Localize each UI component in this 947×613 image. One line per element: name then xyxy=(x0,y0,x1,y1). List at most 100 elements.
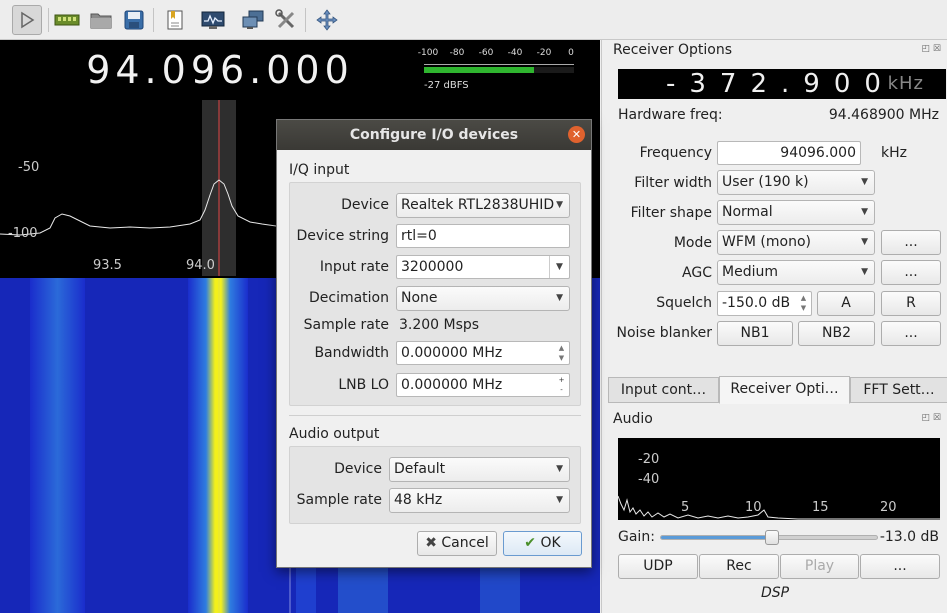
gain-slider-handle[interactable] xyxy=(765,530,780,545)
audio-x-label: 20 xyxy=(880,500,897,515)
float-icon[interactable]: ◰ xyxy=(922,44,931,54)
spin-arrows-icon[interactable]: + - xyxy=(555,375,568,395)
fft-x-label: 94.0 xyxy=(186,258,215,273)
open-button[interactable] xyxy=(86,5,116,35)
gain-label: Gain: xyxy=(618,529,655,545)
remote-control-button[interactable] xyxy=(238,5,268,35)
nb-options-button[interactable]: ... xyxy=(881,321,941,346)
io-devices-icon xyxy=(201,11,225,29)
bookmark-button[interactable] xyxy=(160,5,190,35)
udp-button[interactable]: UDP xyxy=(618,554,698,579)
device-string-input[interactable]: rtl=0 xyxy=(396,224,570,248)
audio-options-button[interactable]: ... xyxy=(860,554,940,579)
offset-unit: kHz xyxy=(887,73,924,94)
agc-label: AGC xyxy=(682,265,712,281)
tools-icon xyxy=(275,9,295,29)
iq-device-select[interactable]: Realtek RTL2838UHID ▼ xyxy=(396,193,570,218)
cancel-button[interactable]: ✖ Cancel xyxy=(417,531,497,556)
smeter-bar-track xyxy=(424,67,574,73)
play-audio-button[interactable]: Play xyxy=(780,554,859,579)
dock-window-buttons[interactable]: ◰ ☒ xyxy=(922,44,941,54)
filter-width-select[interactable]: User (190 k) ▼ xyxy=(717,170,875,195)
audio-sample-rate-select[interactable]: 48 kHz ▼ xyxy=(389,488,570,513)
gain-value: -13.0 dB xyxy=(879,529,939,545)
iq-input-title: I/Q input xyxy=(289,162,350,178)
audio-device-select[interactable]: Default ▼ xyxy=(389,457,570,482)
fft-x-label: 93.5 xyxy=(93,258,122,273)
audio-dock-buttons[interactable]: ◰ ☒ xyxy=(922,413,941,423)
tools-button[interactable] xyxy=(271,5,301,35)
frequency-unit: kHz xyxy=(881,145,907,161)
nb1-button[interactable]: NB1 xyxy=(717,321,793,346)
tab-fft-settings[interactable]: FFT Sett… xyxy=(850,377,947,403)
play-button[interactable] xyxy=(12,5,42,35)
sample-rate-label: Sample rate xyxy=(303,317,389,333)
chevron-down-icon[interactable]: ▼ xyxy=(549,256,569,278)
spin-arrows-icon[interactable]: ▲ ▼ xyxy=(797,293,810,313)
filter-width-label: Filter width xyxy=(634,175,712,191)
nb2-button[interactable]: NB2 xyxy=(798,321,875,346)
smeter-readout: -27 dBFS xyxy=(424,80,469,91)
bandwidth-value: 0.000000 MHz xyxy=(401,345,503,361)
frequency-readout[interactable]: 94.096.000 xyxy=(0,48,440,92)
spin-arrows-icon[interactable]: ▲ ▼ xyxy=(555,343,568,363)
hardware-button[interactable] xyxy=(52,5,82,35)
squelch-auto-button[interactable]: A xyxy=(817,291,875,316)
filter-shape-select[interactable]: Normal ▼ xyxy=(717,200,875,225)
audio-y-label: -20 xyxy=(638,452,660,467)
noise-blanker-label: Noise blanker xyxy=(616,325,713,341)
fft-y-label: -50 xyxy=(18,160,40,175)
dialog-title-bar[interactable]: Configure I/O devices ✕ xyxy=(277,120,591,150)
rec-button[interactable]: Rec xyxy=(699,554,779,579)
cancel-label: Cancel xyxy=(441,535,489,551)
audio-sample-rate-label: Sample rate xyxy=(296,492,382,508)
input-rate-input[interactable]: 3200000 ▼ xyxy=(396,255,570,279)
smeter-tick: -80 xyxy=(449,48,465,58)
main-toolbar xyxy=(0,0,947,40)
squelch-label: Squelch xyxy=(656,295,712,311)
input-rate-value: 3200000 xyxy=(401,259,464,275)
frequency-input[interactable]: 94096.000 xyxy=(717,141,861,165)
close-icon[interactable]: ☒ xyxy=(933,413,941,423)
play-icon xyxy=(21,11,35,29)
mode-select[interactable]: WFM (mono) ▼ xyxy=(717,230,875,255)
bandwidth-input[interactable]: 0.000000 MHz ▲ ▼ xyxy=(396,341,570,365)
dialog-title: Configure I/O devices xyxy=(349,127,519,143)
agc-select[interactable]: Medium ▼ xyxy=(717,260,875,285)
tab-receiver-options[interactable]: Receiver Opti… xyxy=(719,376,850,404)
lnb-lo-label: LNB LO xyxy=(338,377,389,393)
iq-device-label: Device xyxy=(341,197,389,213)
gain-slider-fill xyxy=(661,536,773,539)
decimation-select[interactable]: None ▼ xyxy=(396,286,570,311)
audio-sample-rate-value: 48 kHz xyxy=(394,492,443,508)
tab-input-controls[interactable]: Input cont… xyxy=(608,377,719,403)
smeter-tick: -40 xyxy=(507,48,523,58)
mode-options-button[interactable]: ... xyxy=(881,230,941,255)
chevron-down-icon: ▼ xyxy=(861,267,868,277)
io-devices-button[interactable] xyxy=(198,5,228,35)
gain-slider[interactable] xyxy=(660,530,878,545)
receiver-dock: Receiver Options ◰ ☒ -372.900 kHz Hardwa… xyxy=(601,40,947,613)
chevron-down-icon: ▼ xyxy=(556,495,563,505)
frequency-label: Frequency xyxy=(639,145,712,161)
audio-fft-plot[interactable]: -20 -40 5 10 15 20 xyxy=(618,438,940,520)
squelch-reset-button[interactable]: R xyxy=(881,291,941,316)
fullscreen-button[interactable] xyxy=(312,5,342,35)
audio-device-value: Default xyxy=(394,461,446,477)
fft-y-label: -100 xyxy=(8,226,38,241)
close-icon[interactable]: ☒ xyxy=(933,44,941,54)
hardware-icon xyxy=(54,14,80,26)
save-button[interactable] xyxy=(119,5,149,35)
bandwidth-label: Bandwidth xyxy=(314,345,389,361)
offset-display[interactable]: -372.900 kHz xyxy=(618,69,946,99)
squelch-input[interactable]: -150.0 dB ▲ ▼ xyxy=(717,291,812,316)
ok-button[interactable]: ✔ OK xyxy=(503,531,582,556)
smeter-tick: -100 xyxy=(417,48,439,58)
float-icon[interactable]: ◰ xyxy=(922,413,931,423)
close-icon[interactable]: ✕ xyxy=(568,126,585,143)
dialog-separator xyxy=(289,415,581,416)
agc-options-button[interactable]: ... xyxy=(881,260,941,285)
agc-value: Medium xyxy=(722,264,778,280)
cancel-icon: ✖ xyxy=(425,535,437,551)
lnb-lo-input[interactable]: 0.000000 MHz + - xyxy=(396,373,570,397)
